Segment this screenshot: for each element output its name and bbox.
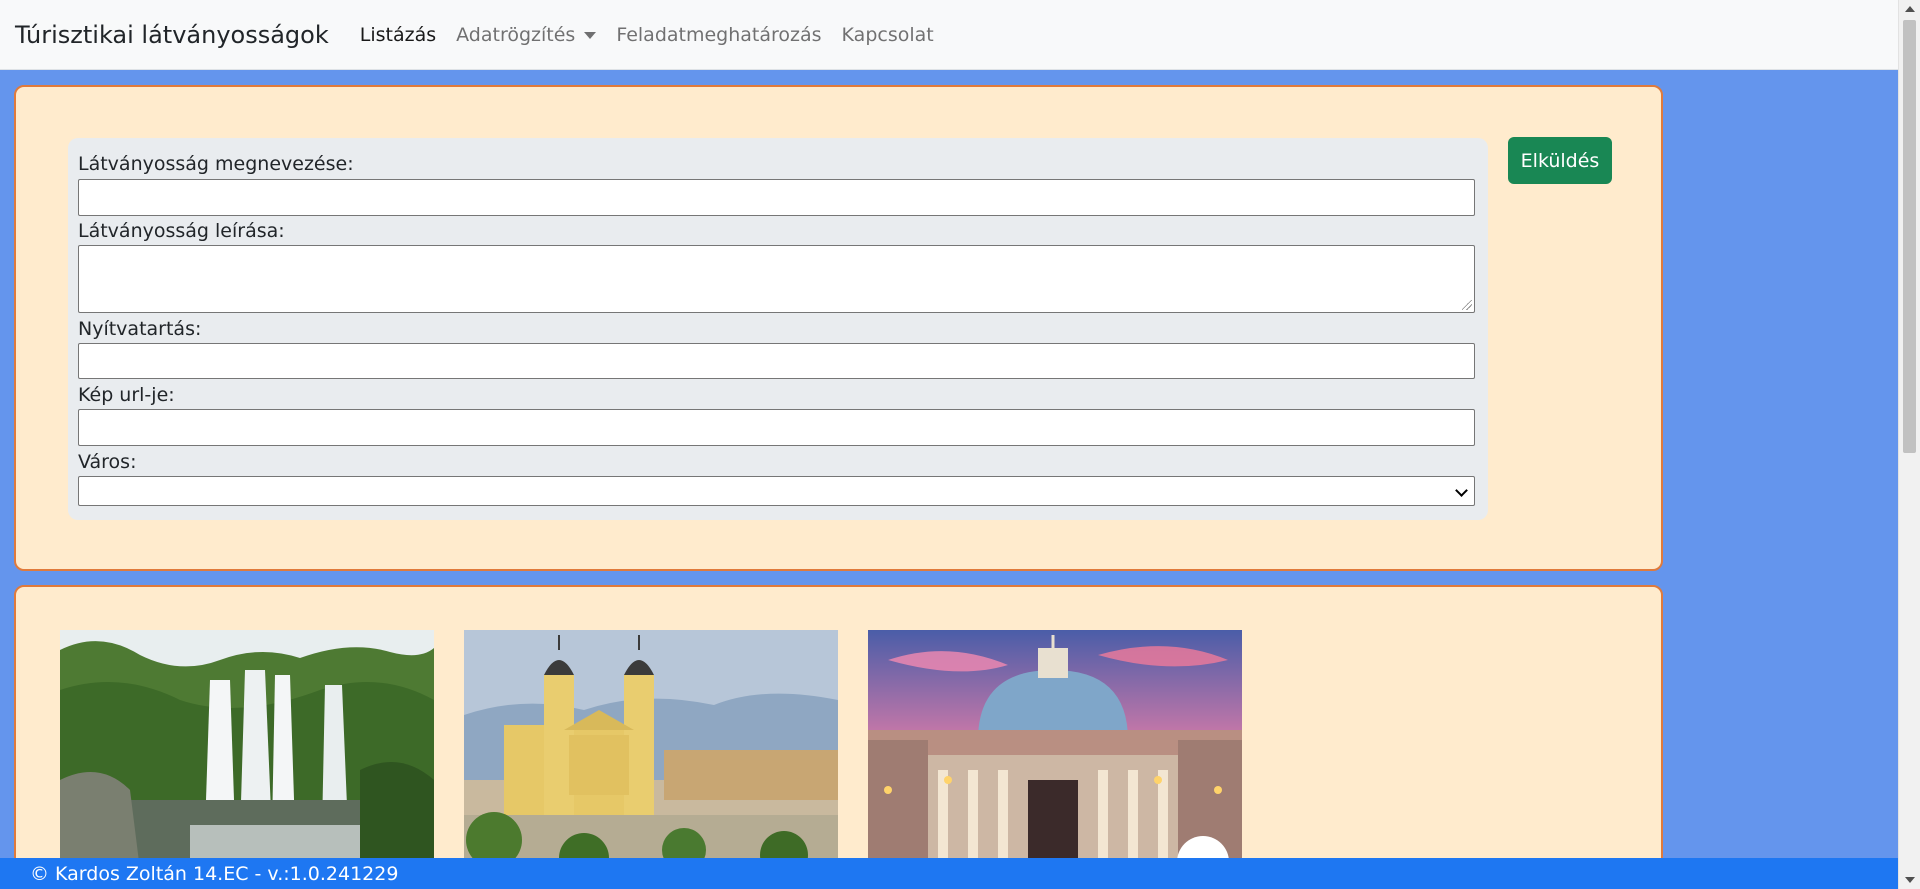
scroll-up-icon[interactable] (1905, 6, 1915, 12)
gallery-image-basilica[interactable] (868, 630, 1242, 870)
city-select[interactable] (78, 476, 1475, 506)
description-label: Látványosság leírása: (78, 220, 285, 242)
chevron-down-icon (1455, 484, 1468, 497)
waterfall-picture (60, 630, 434, 870)
resize-grip-icon[interactable] (1462, 300, 1472, 310)
scroll-down-icon[interactable] (1905, 877, 1915, 883)
nav-item-listazas[interactable]: Listázás (360, 24, 436, 46)
caret-down-icon (584, 32, 597, 39)
city-label: Város: (78, 451, 137, 473)
nav-item-label: Adatrögzítés (456, 23, 576, 46)
image-url-label: Kép url-je: (78, 384, 175, 406)
nav-item-kapcsolat[interactable]: Kapcsolat (842, 24, 934, 46)
top-navbar: Túrisztikai látványosságok Listázás Adat… (0, 0, 1898, 70)
nav-item-feladatmeghatarozas[interactable]: Feladatmeghatározás (616, 24, 821, 46)
image-url-input[interactable] (78, 409, 1475, 446)
gallery-image-waterfall[interactable] (60, 630, 434, 870)
footer: © Kardos Zoltán 14.EC - v.:1.0.241229 (0, 858, 1898, 889)
church-picture (464, 630, 838, 870)
footer-text: © Kardos Zoltán 14.EC - v.:1.0.241229 (30, 862, 399, 885)
submit-button[interactable]: Elküldés (1508, 137, 1612, 184)
name-label: Látványosság megnevezése: (78, 153, 354, 175)
page-scrollbar[interactable] (1898, 0, 1920, 889)
navbar-brand[interactable]: Túrisztikai látványosságok (15, 21, 329, 49)
name-input[interactable] (78, 179, 1475, 216)
nav-item-label: Listázás (359, 23, 437, 46)
nav-item-label: Kapcsolat (841, 23, 934, 46)
nav-item-label: Feladatmeghatározás (616, 23, 822, 46)
opening-hours-input[interactable] (78, 343, 1475, 379)
nav-item-adatrogzites-dropdown[interactable]: Adatrögzítés (456, 23, 597, 46)
basilica-picture (868, 630, 1242, 870)
gallery-image-church[interactable] (464, 630, 838, 870)
scrollbar-thumb[interactable] (1903, 20, 1916, 453)
opening-hours-label: Nyítvatartás: (78, 318, 202, 340)
description-textarea[interactable] (78, 245, 1475, 313)
